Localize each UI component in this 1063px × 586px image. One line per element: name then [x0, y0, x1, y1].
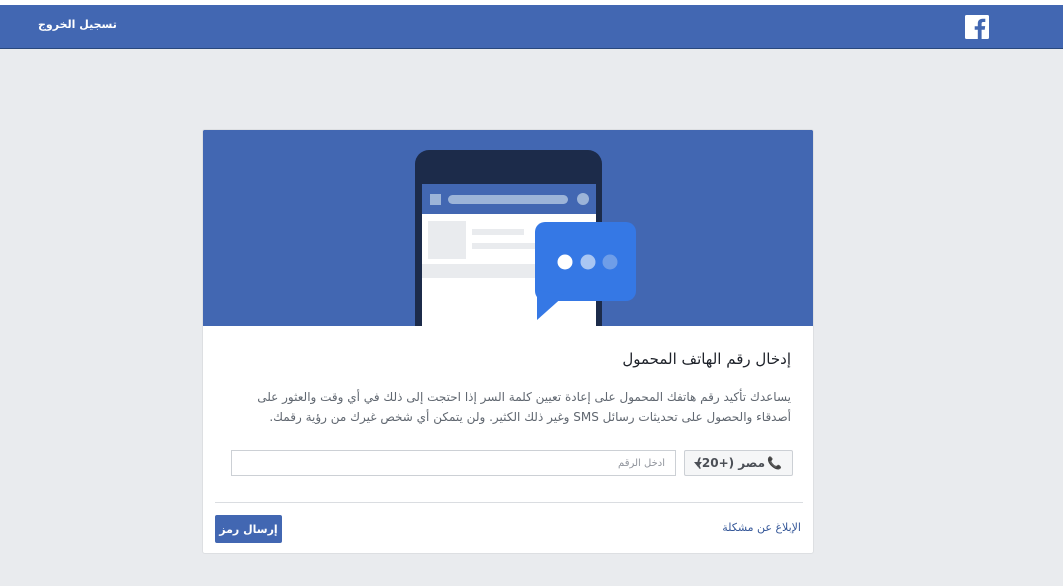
- phone-number-input[interactable]: [231, 450, 676, 476]
- send-code-button[interactable]: إرسال رمز: [215, 515, 282, 543]
- card-title: إدخال رقم الهاتف المحمول: [622, 350, 791, 368]
- bubble-dot: [602, 254, 618, 270]
- bubble-dot: [580, 254, 596, 270]
- footer-divider: [215, 502, 803, 503]
- country-code-selector[interactable]: 📞 مصر (+20): [684, 450, 793, 476]
- country-code-label: مصر (+20): [696, 456, 765, 470]
- confirm-phone-card: إدخال رقم الهاتف المحمول يساعدك تأكيد رق…: [202, 129, 814, 554]
- logout-link[interactable]: تسجيل الخروج: [38, 18, 117, 31]
- phone-icon: 📞: [767, 456, 782, 470]
- bubble-dot: [557, 254, 573, 270]
- phone-input-row: 📞 مصر (+20): [231, 450, 793, 478]
- caret-down-icon: [694, 462, 702, 467]
- phone-illustration-banner: [203, 130, 813, 326]
- card-description: يساعدك تأكيد رقم هاتفك المحمول على إعادة…: [257, 390, 791, 424]
- top-header-bar: تسجيل الخروج: [0, 5, 1063, 49]
- facebook-logo-icon[interactable]: [965, 15, 989, 39]
- report-problem-link[interactable]: الإبلاغ عن مشكلة: [722, 521, 801, 534]
